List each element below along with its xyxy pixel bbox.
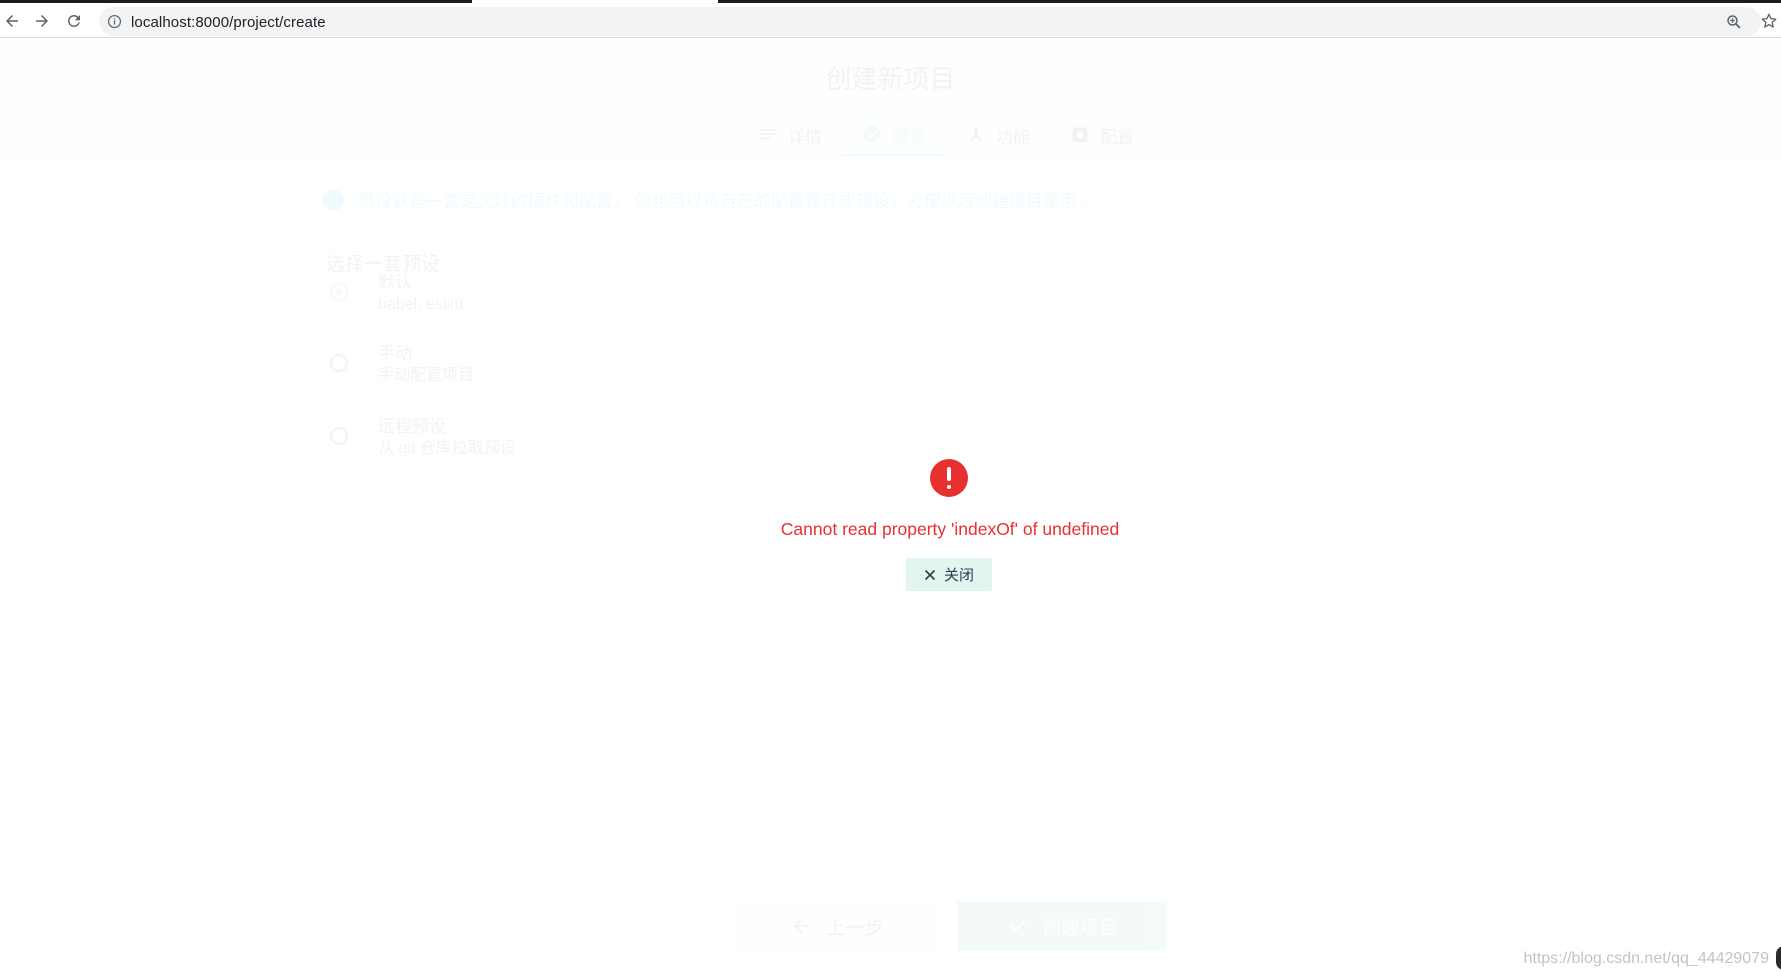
app-header: 创建新项目 详情 预设 功能 配置 — [0, 39, 1781, 159]
info-circle-icon[interactable] — [107, 14, 122, 29]
watermark: https://blog.csdn.net/qq_44429079 — [1523, 950, 1769, 967]
preset-name: 手动 — [378, 344, 412, 363]
presets-info: 预设就是一套定义好的插件和配置。 你也可以将自己的配置保存成预设，方便以后创建项… — [322, 187, 1094, 212]
info-icon — [322, 188, 344, 211]
preset-desc: babel, eslint — [378, 296, 464, 313]
check-icon — [1009, 920, 1026, 933]
corner-decoration — [1776, 946, 1781, 970]
radio-unselected[interactable] — [330, 354, 348, 372]
radio-unselected[interactable] — [330, 427, 348, 445]
fork-icon — [969, 127, 983, 143]
preset-desc: 从 git 仓库拉取预设 — [378, 440, 516, 457]
preset-desc: 手动配置项目 — [378, 367, 475, 384]
presets-info-text: 预设就是一套定义好的插件和配置。 你也可以将自己的配置保存成预设，方便以后创建项… — [358, 192, 1094, 211]
close-button-label: 关闭 — [943, 567, 974, 584]
forward-button[interactable] — [30, 9, 54, 33]
create-project-button[interactable]: 创建项目 — [957, 901, 1167, 951]
tab-details[interactable]: 详情 — [738, 114, 842, 156]
arrow-left-icon — [794, 918, 809, 934]
preset-text: 手动 手动配置项目 — [378, 343, 474, 387]
preset-text: 远程预设 从 git 仓库拉取预设 — [378, 416, 516, 460]
arrow-left-icon — [6, 15, 18, 27]
back-button[interactable] — [0, 9, 24, 33]
error-icon-dot — [947, 485, 951, 489]
preset-option-remote[interactable]: 远程预设 从 git 仓库拉取预设 — [330, 416, 516, 460]
page-title: 创建新项目 — [825, 64, 956, 94]
check-circle-icon — [863, 125, 881, 143]
star-icon[interactable] — [1760, 12, 1778, 30]
radio-selected[interactable] — [330, 283, 348, 301]
error-icon-bar — [947, 467, 951, 481]
close-icon — [924, 569, 936, 580]
previous-button[interactable]: 上一步 — [734, 901, 940, 951]
url-text[interactable]: localhost:8000/project/create — [131, 14, 326, 31]
settings-box-icon — [1072, 127, 1088, 143]
error-circle-icon — [930, 459, 968, 497]
tab-features-label: 功能 — [996, 127, 1030, 147]
preset-text: 默认 babel, eslint — [378, 272, 463, 316]
list-icon — [760, 129, 776, 140]
tab-config-label: 配置 — [1100, 127, 1134, 147]
tab-presets[interactable]: 预设 — [842, 114, 946, 156]
tab-details-label: 详情 — [788, 127, 822, 147]
preset-name: 默认 — [378, 273, 412, 292]
preset-option-default[interactable]: 默认 babel, eslint — [330, 272, 463, 316]
tab-config[interactable]: 配置 — [1050, 114, 1154, 156]
address-bar[interactable]: localhost:8000/project/create — [99, 7, 1761, 36]
app-background: 创建新项目 详情 预设 功能 配置 预设就是一套定义好的插件和配置。 你也可以将… — [0, 39, 1781, 978]
reload-icon — [67, 14, 80, 27]
preset-name: 远程预设 — [378, 417, 446, 436]
bottom-actions: 上一步 创建项目 — [0, 901, 1781, 957]
tab-features[interactable]: 功能 — [946, 114, 1050, 156]
previous-button-label: 上一步 — [826, 917, 884, 939]
preset-option-manual[interactable]: 手动 手动配置项目 — [330, 343, 474, 387]
reload-button[interactable] — [62, 9, 86, 33]
browser-toolbar: localhost:8000/project/create — [0, 3, 1781, 38]
close-button[interactable]: 关闭 — [906, 558, 992, 591]
tab-presets-label: 预设 — [892, 126, 926, 146]
arrow-right-icon — [36, 15, 48, 27]
step-tabs: 详情 预设 功能 配置 — [738, 114, 1154, 156]
zoom-icon[interactable] — [1725, 13, 1743, 31]
error-message: Cannot read property 'indexOf' of undefi… — [780, 519, 1120, 539]
create-project-button-label: 创建项目 — [1041, 917, 1118, 939]
